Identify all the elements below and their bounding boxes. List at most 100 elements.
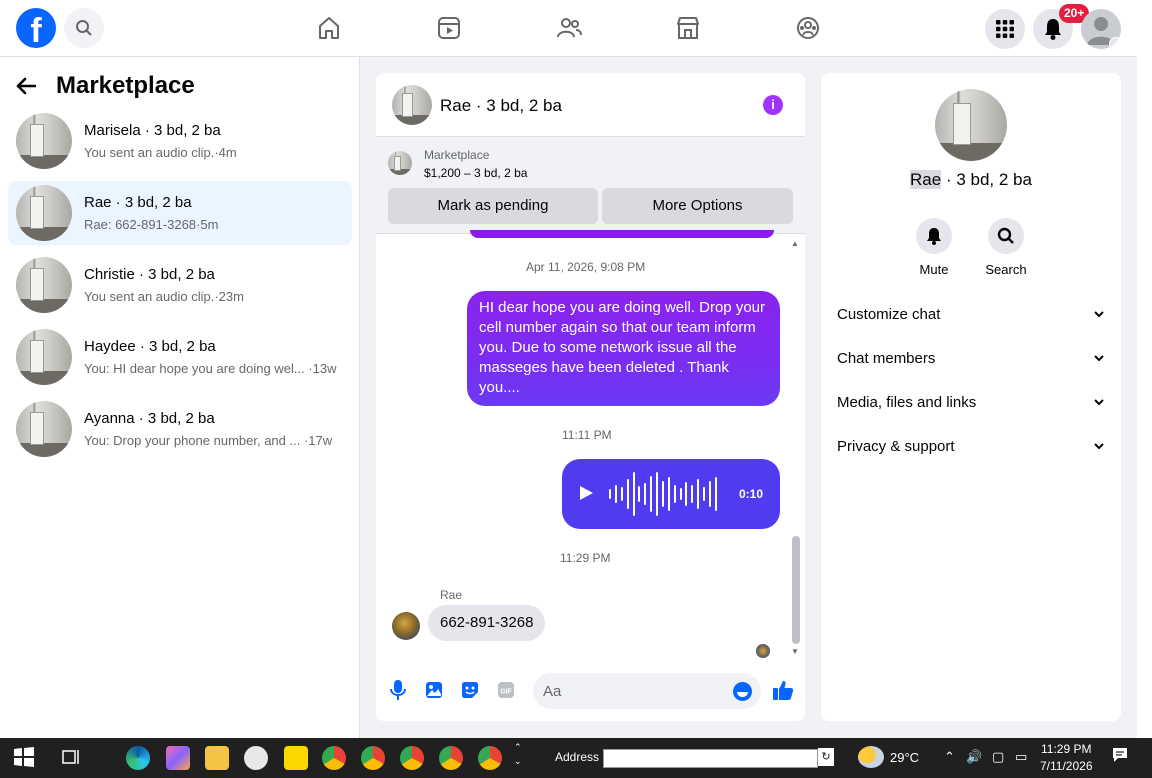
page-scrollbar[interactable] <box>1137 0 1152 738</box>
chat-info-title-rest: · 3 bd, 2 ba <box>941 170 1032 189</box>
network-icon[interactable]: ▭ <box>1015 749 1027 765</box>
scroll-up-arrow-icon[interactable]: ▲ <box>791 239 799 248</box>
chat-scrollbar[interactable] <box>792 536 800 644</box>
image-icon <box>426 682 442 698</box>
info-icon[interactable]: i <box>763 95 783 115</box>
bell-icon <box>1045 19 1061 40</box>
start-button[interactable] <box>13 746 37 770</box>
section-label: Media, files and links <box>837 393 977 411</box>
more-options-button[interactable]: More Options <box>602 188 793 224</box>
weather-temperature[interactable]: 29°C <box>890 750 919 765</box>
listing-price[interactable]: $1,200 – 3 bd, 2 ba <box>424 166 527 180</box>
message-input[interactable] <box>533 673 761 709</box>
section-customize-chat[interactable]: Customize chat <box>837 299 1105 329</box>
conversation-preview: You sent an audio clip.·23m <box>84 289 244 304</box>
conversation-item[interactable]: Haydee · 3 bd, 2 ba You: HI dear hope yo… <box>8 325 352 389</box>
task-view-button[interactable] <box>60 746 84 770</box>
taskbar-scroll-arrows-icon[interactable]: ⌃ ⌄ <box>514 740 522 768</box>
account-avatar[interactable]: ⌄ <box>1081 9 1121 49</box>
search-label: Search <box>985 262 1027 277</box>
chat-thumbnail[interactable] <box>392 85 432 125</box>
copilot-taskbar-icon[interactable] <box>166 746 190 770</box>
chrome-profile-3-icon[interactable] <box>400 746 424 770</box>
like-button[interactable] <box>772 679 794 701</box>
bell-icon <box>927 228 941 245</box>
play-icon[interactable] <box>580 486 593 500</box>
section-label: Privacy & support <box>837 437 955 455</box>
show-hidden-icons-icon[interactable]: ⌃ <box>944 749 955 765</box>
section-label: Chat members <box>837 349 936 367</box>
nav-groups[interactable] <box>794 14 822 42</box>
conversation-item[interactable]: Ayanna · 3 bd, 2 ba You: Drop your phone… <box>8 397 352 461</box>
audio-message[interactable]: 0:10 <box>562 459 780 529</box>
seen-indicator-avatar <box>756 644 770 658</box>
chrome-profile-5-icon[interactable] <box>478 746 502 770</box>
conversation-item[interactable]: Marisela · 3 bd, 2 ba You sent an audio … <box>8 109 352 173</box>
nav-video[interactable] <box>435 14 463 42</box>
conversation-preview: Rae: 662-891-3268·5m <box>84 217 219 232</box>
chevron-down-icon: ⌄ <box>1109 37 1121 49</box>
system-clock[interactable]: 11:29 PM 7/11/2026 <box>1040 741 1093 775</box>
message-timestamp: Apr 11, 2026, 9:08 PM <box>526 260 646 274</box>
panel-header: Marketplace <box>16 71 195 101</box>
chat-bubble-icon <box>1113 748 1127 762</box>
conversation-name: Marisela · 3 bd, 2 ba <box>84 122 221 139</box>
refresh-icon[interactable]: ↻ <box>818 748 834 766</box>
edge-taskbar-icon[interactable] <box>126 746 150 770</box>
conversation-list-panel: Marketplace Marisela · 3 bd, 2 ba You se… <box>0 57 360 738</box>
section-chat-members[interactable]: Chat members <box>837 343 1105 373</box>
voice-clip-button[interactable] <box>388 680 408 700</box>
nav-home[interactable] <box>315 14 343 42</box>
home-icon <box>319 17 339 39</box>
chrome-profile-1-icon[interactable] <box>322 746 346 770</box>
chat-title[interactable]: Rae · 3 bd, 2 ba <box>440 96 562 116</box>
outgoing-message[interactable]: HI dear hope you are doing well. Drop yo… <box>467 291 780 406</box>
search-in-chat-button[interactable]: Search <box>976 218 1036 277</box>
facebook-logo[interactable]: f <box>16 8 56 48</box>
thumbs-up-icon <box>773 681 794 700</box>
grid-menu-icon <box>996 20 1014 38</box>
gif-icon: GIF <box>498 682 514 698</box>
chrome-profile-2-icon[interactable] <box>361 746 385 770</box>
menu-button[interactable] <box>985 9 1025 49</box>
search-icon <box>76 20 92 36</box>
incoming-message[interactable]: 662-891-3268 <box>428 605 546 641</box>
scroll-down-arrow-icon[interactable]: ▼ <box>791 647 799 656</box>
file-explorer-taskbar-icon[interactable] <box>205 746 229 770</box>
address-toolbar-input[interactable] <box>603 749 818 768</box>
conversation-item-active[interactable]: Rae · 3 bd, 2 ba Rae: 662-891-3268·5m <box>8 181 352 245</box>
back-button[interactable] <box>16 71 48 101</box>
volume-icon[interactable]: 🔊 <box>966 749 982 765</box>
section-media-files-links[interactable]: Media, files and links <box>837 387 1105 417</box>
emoji-icon[interactable] <box>733 682 752 701</box>
chat-info-panel: Rae · 3 bd, 2 ba Mute Search Customize c… <box>821 73 1121 721</box>
attach-photo-button[interactable] <box>424 680 444 700</box>
paint-taskbar-icon[interactable] <box>244 746 268 770</box>
chat-panel: Rae · 3 bd, 2 ba i Marketplace $1,200 – … <box>376 73 805 721</box>
chat-info-thumbnail[interactable] <box>935 89 1007 161</box>
clock-time: 11:29 PM <box>1041 742 1092 756</box>
mark-as-pending-button[interactable]: Mark as pending <box>388 188 598 224</box>
search-circle[interactable] <box>988 218 1024 254</box>
weather-icon[interactable] <box>858 746 884 768</box>
nav-friends[interactable] <box>555 14 583 42</box>
mute-circle[interactable] <box>916 218 952 254</box>
windows-taskbar: ⌃ ⌄ Address ↻ 29°C ⌃ 🔊 ▢ ▭ 11:29 PM 7/11/… <box>0 738 1152 778</box>
gif-button[interactable]: GIF <box>496 680 516 700</box>
conversation-item[interactable]: Christie · 3 bd, 2 ba You sent an audio … <box>8 253 352 317</box>
sticky-notes-taskbar-icon[interactable] <box>284 746 308 770</box>
conversation-preview: You: Drop your phone number, and ... ·17… <box>84 433 333 448</box>
section-privacy-support[interactable]: Privacy & support <box>837 431 1105 461</box>
mute-button[interactable]: Mute <box>904 218 964 277</box>
search-icon <box>997 227 1014 244</box>
nav-marketplace[interactable] <box>674 14 702 42</box>
search-button[interactable] <box>64 8 104 48</box>
sender-avatar[interactable] <box>392 612 420 640</box>
chrome-profile-4-icon[interactable] <box>439 746 463 770</box>
notification-center-icon[interactable] <box>1112 747 1128 766</box>
camera-icon[interactable]: ▢ <box>992 749 1004 765</box>
sticker-button[interactable] <box>460 680 480 700</box>
listing-thumbnail <box>16 257 72 313</box>
mute-label: Mute <box>919 262 949 277</box>
svg-text:GIF: GIF <box>500 689 512 696</box>
